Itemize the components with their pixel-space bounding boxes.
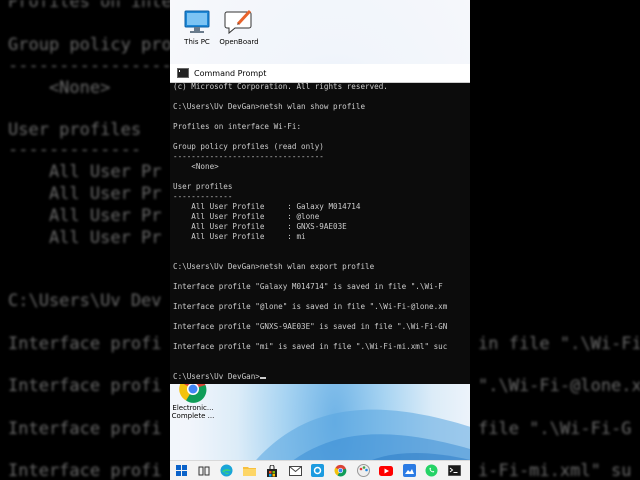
- bg-line: User profiles: [8, 120, 142, 140]
- console-line: Interface profile "Galaxy M014714" is sa…: [173, 282, 443, 291]
- console-line: (c) Microsoft Corporation. All rights re…: [173, 82, 388, 91]
- taskbar: [170, 460, 470, 480]
- desktop-icon-label: Electronic... Complete ...: [171, 404, 215, 420]
- console-line: Profiles on interface Wi-Fi:: [173, 122, 302, 131]
- bg-line: file ".\Wi-Fi-G: [478, 419, 632, 439]
- bg-line: All User Pr: [8, 184, 162, 204]
- console-line: C:\Users\Uv DevGan>netsh wlan export pro…: [173, 262, 375, 271]
- bg-line: Group policy pro: [8, 35, 172, 55]
- console-line: All User Profile : Galaxy M014714: [173, 202, 361, 211]
- bg-line: in file ".\Wi-Fi-: [478, 334, 640, 354]
- whatsapp-icon[interactable]: [424, 463, 439, 478]
- file-explorer-icon[interactable]: [242, 463, 257, 478]
- console-line: Group policy profiles (read only): [173, 142, 324, 151]
- bg-line: All User Pr: [8, 228, 162, 248]
- bg-line: ".\Wi-Fi-@lone.x: [478, 376, 640, 396]
- this-pc-icon: [182, 8, 212, 36]
- window-titlebar[interactable]: Command Prompt: [170, 64, 470, 83]
- prompt-text: C:\Users\Uv DevGan>: [173, 372, 260, 381]
- store-icon[interactable]: [265, 463, 280, 478]
- console-line: <None>: [173, 162, 219, 171]
- text-cursor: [259, 377, 266, 379]
- bg-line: Interface profi: [8, 376, 162, 396]
- youtube-icon[interactable]: [379, 463, 394, 478]
- console-line: -------------: [173, 192, 233, 201]
- bg-line: Profiles on inte: [8, 0, 172, 12]
- console-output[interactable]: (c) Microsoft Corporation. All rights re…: [173, 82, 470, 384]
- openboard-icon: [224, 8, 254, 36]
- bg-line: -------------: [8, 140, 142, 160]
- bg-line: Interface profi: [8, 461, 162, 480]
- chrome-icon[interactable]: [333, 463, 348, 478]
- command-prompt-window[interactable]: Command Prompt (c) Microsoft Corporation…: [170, 64, 470, 384]
- bg-line: Interface profi: [8, 419, 162, 439]
- console-line: User profiles: [173, 182, 233, 191]
- screen-frame: This PC OpenBoard Electronic... Complete…: [170, 0, 470, 480]
- bg-line: C:\Users\Uv Dev: [8, 291, 162, 311]
- bg-line: All User Pr: [8, 206, 162, 226]
- desktop-icon-label: OpenBoard: [219, 38, 259, 46]
- bg-line: -----------------: [8, 56, 182, 76]
- console-line: Interface profile "GNXS-9AE03E" is saved…: [173, 322, 448, 331]
- bg-line: <None>: [8, 78, 111, 98]
- task-view-icon[interactable]: [197, 463, 212, 478]
- bg-line: Interface profi: [8, 334, 162, 354]
- bg-line: All User Pr: [8, 162, 162, 182]
- cmd-icon[interactable]: [447, 463, 462, 478]
- mail-icon[interactable]: [288, 463, 303, 478]
- console-line: All User Profile : mi: [173, 232, 306, 241]
- photos-icon[interactable]: [402, 463, 417, 478]
- console-prompt-line[interactable]: C:\Users\Uv DevGan>: [173, 372, 470, 382]
- console-line: Interface profile "mi" is saved in file …: [173, 342, 448, 351]
- network-icon[interactable]: [311, 463, 326, 478]
- start-icon[interactable]: [174, 463, 189, 478]
- desktop-icon-openboard[interactable]: OpenBoard: [212, 8, 266, 46]
- console-line: All User Profile : GNXS-9AE03E: [173, 222, 347, 231]
- console-line: Interface profile "@lone" is saved in fi…: [173, 302, 448, 311]
- cmd-window-icon: [177, 68, 189, 78]
- paint-icon[interactable]: [356, 463, 371, 478]
- console-line: ---------------------------------: [173, 152, 324, 161]
- window-title: Command Prompt: [194, 68, 267, 78]
- console-line: All User Profile : @lone: [173, 212, 320, 221]
- console-line: C:\Users\Uv DevGan>netsh wlan show profi…: [173, 102, 366, 111]
- edge-icon[interactable]: [220, 463, 235, 478]
- bg-line: i-Fi-mi.xml" su: [478, 461, 632, 480]
